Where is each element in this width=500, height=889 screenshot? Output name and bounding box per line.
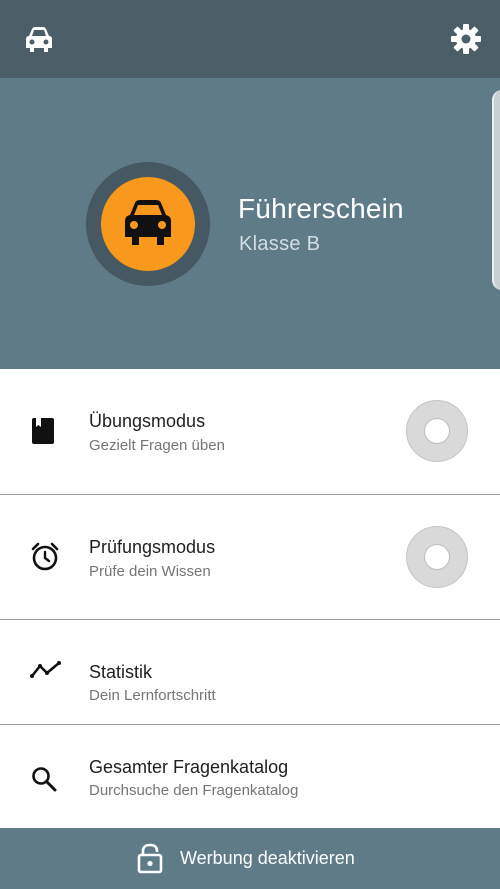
menu-item-statistik[interactable]: Statistik Dein Lernfortschritt [0,620,500,725]
car-icon [125,200,171,245]
avatar [86,162,210,286]
menu-item-title: Gesamter Fragenkatalog [89,757,289,777]
menu-item-pruefungsmodus[interactable]: Prüfungsmodus Prüfe dein Wissen [0,495,500,620]
menu-item-title: Prüfungsmodus [89,537,216,557]
menu-item-uebungsmodus[interactable]: Übungsmodus Gezielt Fragen üben [0,369,500,495]
menu-item-subtitle: Dein Lernfortschritt [89,687,216,704]
menu-item-subtitle: Gezielt Fragen üben [89,437,225,454]
menu-item-subtitle: Prüfe dein Wissen [89,563,211,580]
toggle-indicator[interactable] [406,400,468,462]
disable-ads-button[interactable]: Werbung deaktivieren [0,828,500,889]
trend-line-icon [30,660,62,685]
top-app-bar [0,0,500,78]
gear-icon[interactable] [450,23,482,55]
book-icon [30,417,56,450]
menu-item-title: Statistik [89,662,153,682]
alarm-clock-icon [30,542,60,577]
menu-item-fragenkatalog[interactable]: Gesamter Fragenkatalog Durchsuche den Fr… [0,725,500,829]
side-panel-edge[interactable] [492,90,500,290]
toggle-indicator[interactable] [406,526,468,588]
main-menu: Übungsmodus Gezielt Fragen üben Prüfungs… [0,369,500,829]
lock-icon [137,842,163,879]
menu-item-title: Übungsmodus [89,411,206,431]
header-card: Führerschein Klasse B [0,78,500,369]
menu-item-subtitle: Durchsuche den Fragenkatalog [89,782,299,799]
page-title: Führerschein [238,193,404,224]
car-icon[interactable] [24,26,54,54]
disable-ads-label: Werbung deaktivieren [180,848,355,868]
search-icon [30,765,58,798]
page-subtitle: Klasse B [239,233,321,255]
